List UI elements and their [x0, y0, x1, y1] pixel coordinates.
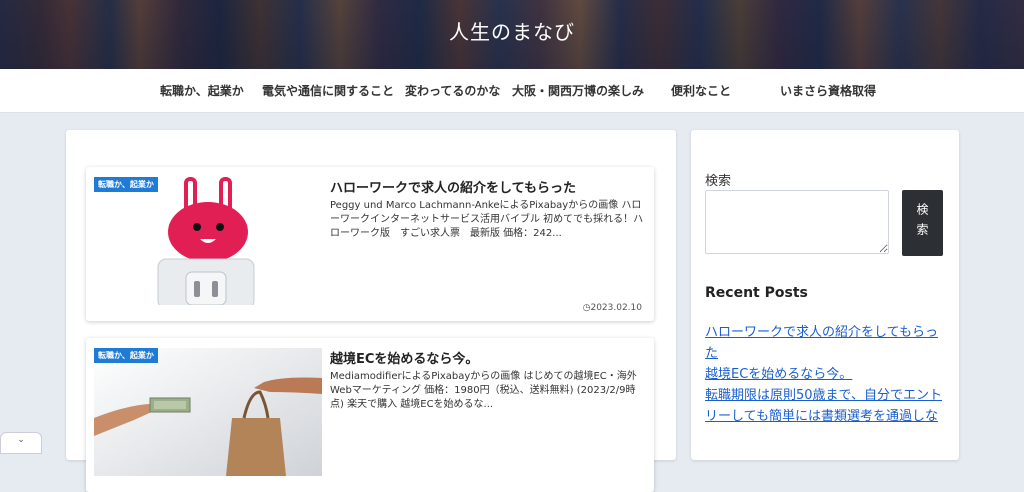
post-card[interactable]: 転職か、起業か ハローワークで求人の紹介をしてもらった Peggy und Ma… [86, 167, 654, 321]
nav-item-career[interactable]: 転職か、起業か [160, 82, 244, 99]
list-item: ハローワークで求人の紹介をしてもらった [705, 322, 945, 364]
post-title[interactable]: 越境ECを始めるなら今。 [330, 348, 640, 367]
category-badge[interactable]: 転職か、起業か [94, 177, 158, 192]
recent-post-link[interactable]: 越境ECを始めるなら今。 [705, 364, 945, 385]
nav-item-unusual[interactable]: 変わってるのかな [405, 82, 500, 99]
category-badge[interactable]: 転職か、起業か [94, 348, 158, 363]
search-button[interactable]: 検索 [902, 190, 943, 256]
post-excerpt: MediamodifierによるPixabayからの画像 はじめての越境EC・海… [330, 371, 637, 410]
post-excerpt: Peggy und Marco Lachmann-AnkeによるPixabayか… [330, 200, 644, 239]
nav-item-useful[interactable]: 便利なこと [671, 82, 731, 99]
chevron-down-icon: ⌄ [17, 435, 25, 445]
money-bag-exchange-icon [94, 348, 322, 476]
search-label: 検索 [705, 174, 732, 189]
nav-item-qualification[interactable]: いまさら資格取得 [780, 82, 876, 99]
post-thumbnail[interactable] [94, 348, 322, 476]
sidebar: 検索 検索 Recent Posts ハローワークで求人の紹介をしてもらった 越… [691, 130, 959, 460]
expand-tab[interactable]: ⌄ [0, 432, 42, 454]
recent-post-link[interactable]: 転職期限は原則50歳まで、自分でエントリーしても簡単には書類選考を通過しな [705, 385, 945, 427]
rabbit-outlet-icon [94, 177, 322, 305]
post-card[interactable]: 転職か、起業か 越境ECを始めるなら今。 MediamodifierによるPix… [86, 338, 654, 492]
recent-posts-heading: Recent Posts [705, 285, 808, 301]
list-item: 転職期限は原則50歳まで、自分でエントリーしても簡単には書類選考を通過しな [705, 385, 945, 427]
main-content: 転職か、起業か ハローワークで求人の紹介をしてもらった Peggy und Ma… [66, 130, 676, 492]
list-item: 越境ECを始めるなら今。 [705, 364, 945, 385]
recent-post-link[interactable]: ハローワークで求人の紹介をしてもらった [705, 322, 945, 364]
nav-item-expo[interactable]: 大阪・関西万博の楽しみ [512, 82, 644, 99]
main-nav: 転職か、起業か 電気や通信に関すること 変わってるのかな 大阪・関西万博の楽しみ… [0, 69, 1024, 113]
nav-item-electricity[interactable]: 電気や通信に関すること [262, 82, 394, 99]
search-input[interactable] [705, 190, 889, 254]
recent-posts-list: ハローワークで求人の紹介をしてもらった 越境ECを始めるなら今。 転職期限は原則… [705, 322, 945, 427]
post-thumbnail[interactable] [94, 177, 322, 305]
post-title[interactable]: ハローワークで求人の紹介をしてもらった [330, 177, 640, 196]
site-title[interactable]: 人生のまなび [0, 16, 1024, 45]
post-date: ◷2023.02.10 [582, 303, 642, 313]
